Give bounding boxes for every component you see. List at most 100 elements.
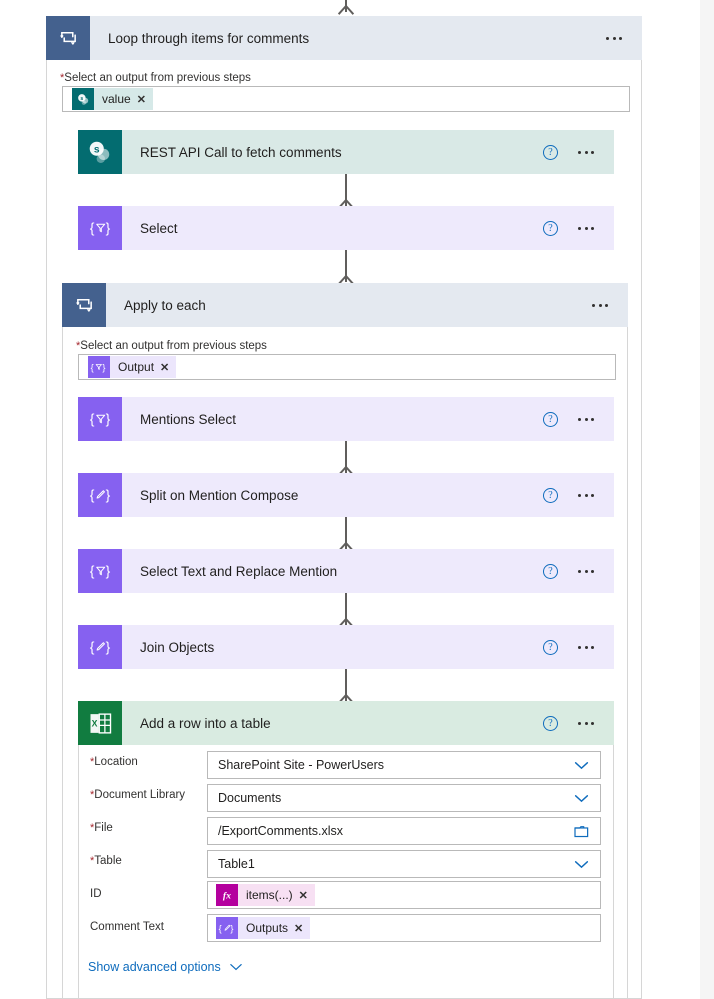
action-title: Add a row into a table <box>140 715 271 731</box>
token-label: Output <box>110 356 161 378</box>
action-card-split-on-mention-compose[interactable]: { } Split on Mention Compose ? <box>78 473 614 517</box>
token-outputs[interactable]: { } Outputs ✕ <box>216 917 311 939</box>
help-icon[interactable]: ? <box>543 144 558 160</box>
chevron-down-icon[interactable] <box>574 761 589 770</box>
excel-icon: X <box>78 701 122 745</box>
svg-text:{: { <box>219 923 222 933</box>
chevron-down-icon[interactable] <box>574 860 589 869</box>
svg-text:fx: fx <box>223 891 231 902</box>
field-row-file: *File <box>90 822 113 834</box>
help-icon[interactable]: ? <box>543 220 558 236</box>
action-more-button[interactable] <box>578 721 594 725</box>
svg-text:{: { <box>90 220 95 236</box>
svg-text:}: } <box>102 362 105 372</box>
svg-text:s: s <box>93 144 99 155</box>
field-value-file: /ExportComments.xlsx <box>218 824 344 838</box>
select-filter-icon: { } <box>78 549 122 593</box>
folder-picker-icon[interactable] <box>574 825 589 838</box>
chevron-down-icon[interactable] <box>229 963 243 971</box>
action-card-rest-api[interactable]: s REST API Call to fetch comments ? <box>78 130 614 174</box>
compose-pencil-icon: { } <box>78 473 122 517</box>
action-card-join-objects[interactable]: { } Join Objects ? <box>78 625 614 669</box>
token-label: Outputs <box>238 917 295 939</box>
loop-more-button[interactable] <box>606 36 622 40</box>
show-advanced-options-link[interactable]: Show advanced options <box>88 960 243 974</box>
apply-to-each-more-button[interactable] <box>592 303 608 307</box>
action-title: Mentions Select <box>140 411 237 427</box>
action-title: Split on Mention Compose <box>140 487 299 503</box>
loop-foreach-icon <box>62 283 106 327</box>
compose-pencil-icon: { } <box>216 917 238 939</box>
chevron-down-icon[interactable] <box>574 794 589 803</box>
token-remove-button[interactable]: ✕ <box>160 356 177 378</box>
action-title: Join Objects <box>140 639 215 655</box>
action-title: Select <box>140 220 178 236</box>
field-row-location: *Location <box>90 756 138 768</box>
loop-header[interactable]: Loop through items for comments <box>46 16 642 60</box>
field-label-file: *File <box>90 822 113 834</box>
field-label-id: ID <box>90 888 102 900</box>
token-label: items(...) <box>238 884 299 906</box>
field-input-document-library[interactable]: Documents <box>207 784 601 812</box>
show-advanced-options-label: Show advanced options <box>88 960 221 974</box>
token-items-expression[interactable]: fx items(...) ✕ <box>216 884 315 906</box>
token-label: value <box>94 88 137 110</box>
svg-text:s: s <box>80 95 83 101</box>
field-value-location: SharePoint Site - PowerUsers <box>218 758 385 772</box>
field-input-location[interactable]: SharePoint Site - PowerUsers <box>207 751 601 779</box>
help-icon[interactable]: ? <box>543 715 558 731</box>
svg-text:}: } <box>106 639 111 655</box>
field-input-comment-text[interactable]: { } Outputs ✕ <box>207 914 601 942</box>
action-more-button[interactable] <box>578 150 594 154</box>
action-more-button[interactable] <box>578 645 594 649</box>
apply-to-each-input-label: *Select an output from previous steps <box>76 340 267 352</box>
apply-to-each-header[interactable]: Apply to each <box>62 283 628 327</box>
flow-canvas: Loop through items for comments *Select … <box>0 0 700 999</box>
apply-to-each-title: Apply to each <box>124 297 206 313</box>
action-card-add-row-into-table[interactable]: X Add a row into a table ? <box>78 701 614 745</box>
svg-text:{: { <box>90 563 95 579</box>
field-row-document-library: *Document Library <box>90 789 185 801</box>
svg-text:{: { <box>90 639 95 655</box>
svg-text:}: } <box>230 923 233 933</box>
field-row-comment-text: Comment Text <box>90 921 164 933</box>
field-label-table: *Table <box>90 855 122 867</box>
action-more-button[interactable] <box>578 417 594 421</box>
loop-title: Loop through items for comments <box>108 30 310 46</box>
svg-text:}: } <box>106 487 111 503</box>
field-input-table[interactable]: Table1 <box>207 850 601 878</box>
token-remove-button[interactable]: ✕ <box>136 88 153 110</box>
select-filter-icon: { } <box>78 206 122 250</box>
field-row-id: ID <box>90 888 102 900</box>
action-more-button[interactable] <box>578 493 594 497</box>
sharepoint-icon: s <box>78 130 122 174</box>
token-remove-button[interactable]: ✕ <box>298 884 315 906</box>
action-more-button[interactable] <box>578 226 594 230</box>
help-icon[interactable]: ? <box>543 487 558 503</box>
svg-text:{: { <box>91 362 94 372</box>
field-input-file[interactable]: /ExportComments.xlsx <box>207 817 601 845</box>
action-more-button[interactable] <box>578 569 594 573</box>
select-filter-icon: { } <box>78 397 122 441</box>
help-icon[interactable]: ? <box>543 639 558 655</box>
field-label-location: *Location <box>90 756 138 768</box>
page-background <box>700 0 714 999</box>
action-card-mentions-select[interactable]: { } Mentions Select ? <box>78 397 614 441</box>
action-title: Select Text and Replace Mention <box>140 563 338 579</box>
field-value-document-library: Documents <box>218 791 282 805</box>
token-output[interactable]: { } Output ✕ <box>88 356 177 378</box>
token-remove-button[interactable]: ✕ <box>294 917 311 939</box>
svg-text:X: X <box>91 718 97 728</box>
field-row-table: *Table <box>90 855 122 867</box>
help-icon[interactable]: ? <box>543 563 558 579</box>
loop-input-label: *Select an output from previous steps <box>60 72 251 84</box>
token-value[interactable]: s value ✕ <box>72 88 153 110</box>
help-icon[interactable]: ? <box>543 411 558 427</box>
apply-to-each-input-field[interactable]: { } Output ✕ <box>78 354 616 380</box>
field-input-id[interactable]: fx items(...) ✕ <box>207 881 601 909</box>
svg-text:}: } <box>106 220 111 236</box>
action-card-select[interactable]: { } Select ? <box>78 206 614 250</box>
compose-select-icon: { } <box>88 356 110 378</box>
action-card-select-text-replace-mention[interactable]: { } Select Text and Replace Mention ? <box>78 549 614 593</box>
loop-input-field[interactable]: s value ✕ <box>62 86 630 112</box>
